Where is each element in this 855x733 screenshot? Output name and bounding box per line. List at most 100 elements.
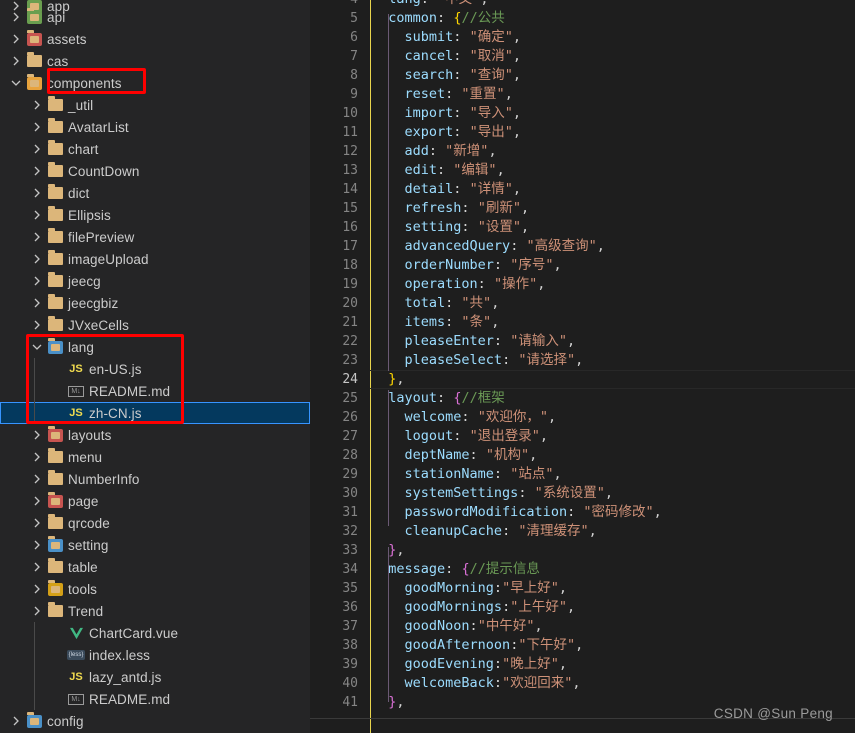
- code-line-40[interactable]: welcomeBack:"欢迎回来",: [372, 674, 581, 693]
- tree-item-jeecgbiz[interactable]: jeecgbiz: [0, 292, 310, 314]
- chevron-right-icon[interactable]: [8, 56, 24, 66]
- code-line-12[interactable]: add: "新增",: [372, 142, 497, 161]
- code-line-24[interactable]: },: [372, 370, 404, 389]
- code-line-38[interactable]: goodAfternoon:"下午好",: [372, 636, 584, 655]
- chevron-right-icon[interactable]: [29, 606, 45, 616]
- tree-item-lang[interactable]: lang: [0, 336, 310, 358]
- code-line-31[interactable]: passwordModification: "密码修改",: [372, 503, 662, 522]
- code-token: :: [445, 86, 462, 102]
- chevron-right-icon[interactable]: [8, 12, 24, 22]
- code-line-14[interactable]: detail: "详情",: [372, 180, 521, 199]
- code-line-9[interactable]: reset: "重置",: [372, 85, 513, 104]
- chevron-right-icon[interactable]: [29, 144, 45, 154]
- chevron-right-icon[interactable]: [29, 254, 45, 264]
- chevron-right-icon[interactable]: [29, 320, 45, 330]
- chevron-right-icon[interactable]: [29, 276, 45, 286]
- file-explorer-tree[interactable]: app api assets cas components _util AvatarList…: [0, 0, 310, 733]
- chevron-right-icon[interactable]: [8, 716, 24, 726]
- tree-item-page[interactable]: page: [0, 490, 310, 512]
- tree-item-zh-cn-js[interactable]: JS zh-CN.js: [0, 402, 310, 424]
- chevron-right-icon[interactable]: [29, 232, 45, 242]
- chevron-right-icon[interactable]: [29, 584, 45, 594]
- chevron-right-icon[interactable]: [8, 34, 24, 44]
- code-token: ,: [512, 124, 521, 140]
- tree-item-numberinfo[interactable]: NumberInfo: [0, 468, 310, 490]
- tree-item-qrcode[interactable]: qrcode: [0, 512, 310, 534]
- code-editor-pane[interactable]: 4 5 6 7 8 9 10 11 12 13 14 15 16 17 18 19 20 21 22 23 24 25 26…: [310, 0, 855, 733]
- code-line-26[interactable]: welcome: "欢迎你，",: [372, 408, 557, 427]
- chevron-right-icon[interactable]: [29, 100, 45, 110]
- tree-item-en-us-js[interactable]: JS en-US.js: [0, 358, 310, 380]
- chevron-right-icon[interactable]: [29, 540, 45, 550]
- chevron-right-icon[interactable]: [29, 122, 45, 132]
- code-line-8[interactable]: search: "查询",: [372, 66, 521, 85]
- code-line-32[interactable]: cleanupCache: "清理缓存",: [372, 522, 597, 541]
- code-line-15[interactable]: refresh: "刷新",: [372, 199, 530, 218]
- code-line-4[interactable]: lang: "中文",: [372, 0, 488, 9]
- code-line-36[interactable]: goodMornings:"上午好",: [372, 598, 576, 617]
- chevron-right-icon[interactable]: [29, 298, 45, 308]
- tree-item-chart[interactable]: chart: [0, 138, 310, 160]
- code-line-10[interactable]: import: "导入",: [372, 104, 521, 123]
- code-line-25[interactable]: layout: {//框架: [372, 389, 504, 408]
- tree-item-jeecg[interactable]: jeecg: [0, 270, 310, 292]
- tree-item-trend[interactable]: Trend: [0, 600, 310, 622]
- tree-item-ellipsis[interactable]: Ellipsis: [0, 204, 310, 226]
- code-line-7[interactable]: cancel: "取消",: [372, 47, 521, 66]
- tree-item-countdown[interactable]: CountDown: [0, 160, 310, 182]
- code-line-35[interactable]: goodMorning:"早上好",: [372, 579, 567, 598]
- code-line-16[interactable]: setting: "设置",: [372, 218, 530, 237]
- code-line-20[interactable]: total: "共",: [372, 294, 500, 313]
- tree-item-layouts[interactable]: layouts: [0, 424, 310, 446]
- tree-item-lazy-antd-js[interactable]: JS lazy_antd.js: [0, 666, 310, 688]
- chevron-right-icon[interactable]: [29, 452, 45, 462]
- tree-item-api[interactable]: api: [0, 6, 310, 28]
- tree-item-tools[interactable]: tools: [0, 578, 310, 600]
- code-line-11[interactable]: export: "导出",: [372, 123, 521, 142]
- code-line-23[interactable]: pleaseSelect: "请选择",: [372, 351, 584, 370]
- code-line-6[interactable]: submit: "确定",: [372, 28, 521, 47]
- chevron-right-icon[interactable]: [29, 430, 45, 440]
- tree-item-components[interactable]: components: [0, 72, 310, 94]
- code-line-21[interactable]: items: "条",: [372, 313, 500, 332]
- chevron-right-icon[interactable]: [29, 166, 45, 176]
- code-line-29[interactable]: stationName: "站点",: [372, 465, 562, 484]
- code-line-19[interactable]: operation: "操作",: [372, 275, 546, 294]
- tree-item-chartcard-vue[interactable]: ChartCard.vue: [0, 622, 310, 644]
- chevron-right-icon[interactable]: [29, 474, 45, 484]
- code-line-13[interactable]: edit: "编辑",: [372, 161, 505, 180]
- code-line-30[interactable]: systemSettings: "系统设置",: [372, 484, 613, 503]
- chevron-right-icon[interactable]: [29, 496, 45, 506]
- code-token: "密码修改": [583, 504, 654, 520]
- chevron-down-icon[interactable]: [29, 343, 45, 351]
- tree-item-menu[interactable]: menu: [0, 446, 310, 468]
- code-line-37[interactable]: goodNoon:"中午好",: [372, 617, 543, 636]
- tree-item-imageupload[interactable]: imageUpload: [0, 248, 310, 270]
- code-line-18[interactable]: orderNumber: "序号",: [372, 256, 562, 275]
- code-line-28[interactable]: deptName: "机构",: [372, 446, 538, 465]
- code-line-34[interactable]: message: {//提示信息: [372, 560, 540, 579]
- code-line-39[interactable]: goodEvening:"晚上好",: [372, 655, 567, 674]
- tree-item-cas[interactable]: cas: [0, 50, 310, 72]
- chevron-right-icon[interactable]: [29, 188, 45, 198]
- tree-item-index-less[interactable]: {less} index.less: [0, 644, 310, 666]
- code-line-27[interactable]: logout: "退出登录",: [372, 427, 548, 446]
- tree-item-avatarlist[interactable]: AvatarList: [0, 116, 310, 138]
- tree-item-readme-md[interactable]: M↓ README.md: [0, 688, 310, 710]
- chevron-right-icon[interactable]: [29, 210, 45, 220]
- chevron-down-icon[interactable]: [8, 79, 24, 87]
- tree-item-table[interactable]: table: [0, 556, 310, 578]
- chevron-right-icon[interactable]: [29, 562, 45, 572]
- chevron-right-icon[interactable]: [29, 518, 45, 528]
- tree-item-readme-md[interactable]: M↓ README.md: [0, 380, 310, 402]
- code-line-22[interactable]: pleaseEnter: "请输入",: [372, 332, 576, 351]
- tree-item-assets[interactable]: assets: [0, 28, 310, 50]
- code-line-5[interactable]: common: {//公共: [372, 9, 504, 28]
- tree-item-dict[interactable]: dict: [0, 182, 310, 204]
- tree-item--util[interactable]: _util: [0, 94, 310, 116]
- tree-item-setting[interactable]: setting: [0, 534, 310, 556]
- code-line-17[interactable]: advancedQuery: "高级查询",: [372, 237, 605, 256]
- tree-item-filepreview[interactable]: filePreview: [0, 226, 310, 248]
- tree-item-config[interactable]: config: [0, 710, 310, 732]
- tree-item-jvxecells[interactable]: JVxeCells: [0, 314, 310, 336]
